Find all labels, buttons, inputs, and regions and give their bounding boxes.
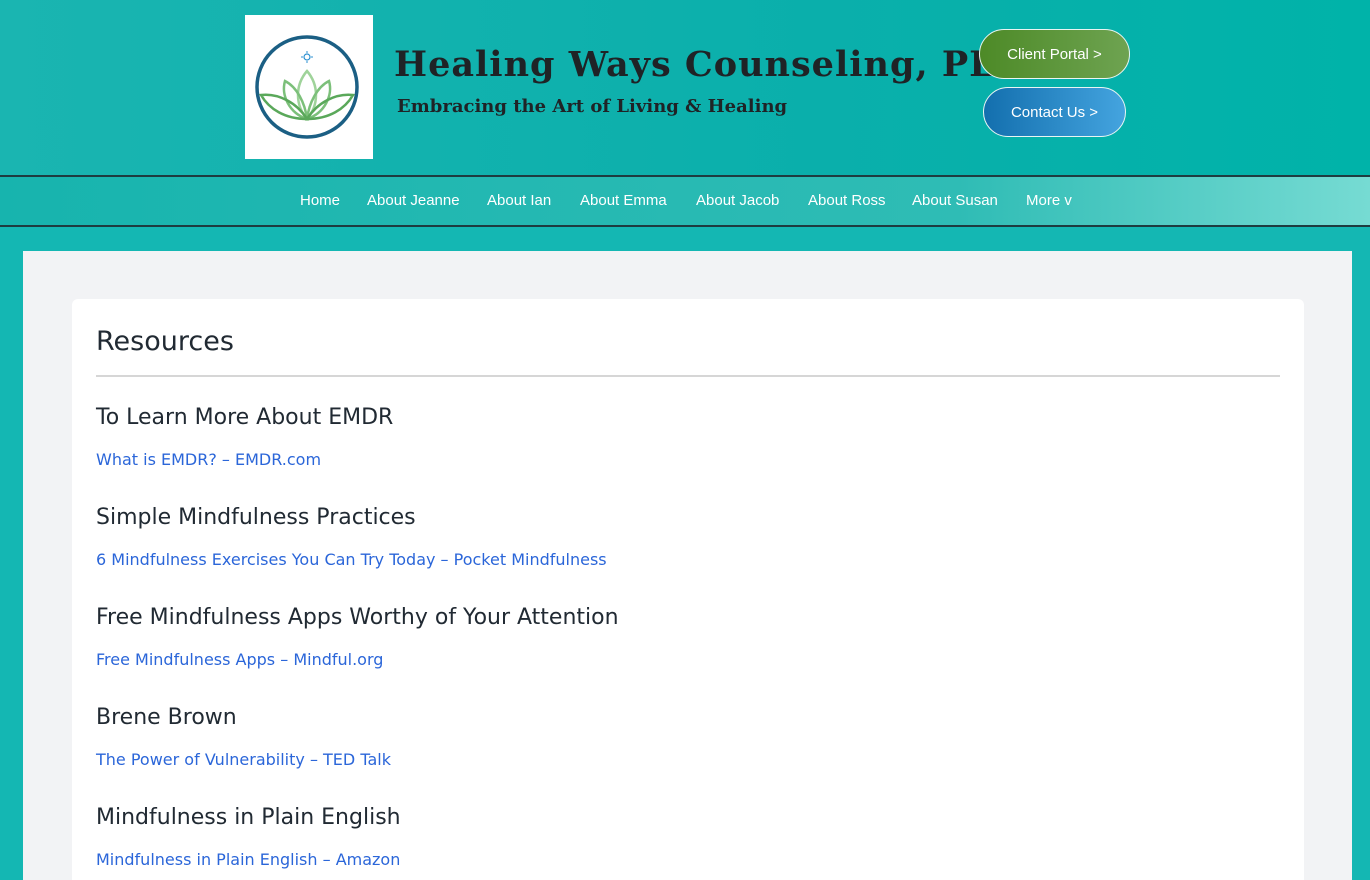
resource-link-mindfulness-exercises[interactable]: 6 Mindfulness Exercises You Can Try Toda… — [96, 550, 607, 569]
section-heading-mindfulness-apps: Free Mindfulness Apps Worthy of Your Att… — [96, 605, 619, 630]
nav-item-about-emma[interactable]: About Emma — [580, 192, 667, 209]
client-portal-button[interactable]: Client Portal > — [979, 29, 1130, 79]
lotus-logo-icon — [255, 35, 359, 139]
nav-item-about-susan[interactable]: About Susan — [912, 192, 998, 209]
nav-item-about-ross[interactable]: About Ross — [808, 192, 886, 209]
nav-item-about-jacob[interactable]: About Jacob — [696, 192, 779, 209]
site-header: Healing Ways Counseling, PLC Embracing t… — [0, 0, 1370, 175]
resource-link-emdr[interactable]: What is EMDR? – EMDR.com — [96, 450, 321, 469]
section-heading-emdr: To Learn More About EMDR — [96, 405, 394, 430]
nav-item-home[interactable]: Home — [300, 192, 340, 209]
title-divider — [96, 375, 1280, 377]
nav-item-about-ian[interactable]: About Ian — [487, 192, 551, 209]
section-heading-mindfulness-plain-english: Mindfulness in Plain English — [96, 805, 401, 830]
section-heading-mindfulness-practices: Simple Mindfulness Practices — [96, 505, 416, 530]
resources-card — [72, 299, 1304, 880]
main-navigation: Home About Jeanne About Ian About Emma A… — [0, 175, 1370, 227]
site-title: Healing Ways Counseling, PLC — [394, 44, 1024, 85]
resource-link-amazon[interactable]: Mindfulness in Plain English – Amazon — [96, 850, 400, 869]
resource-link-mindfulness-apps[interactable]: Free Mindfulness Apps – Mindful.org — [96, 650, 383, 669]
resource-link-ted-talk[interactable]: The Power of Vulnerability – TED Talk — [96, 750, 391, 769]
page-title: Resources — [96, 326, 234, 357]
contact-us-button[interactable]: Contact Us > — [983, 87, 1126, 137]
logo[interactable] — [245, 15, 373, 159]
nav-item-about-jeanne[interactable]: About Jeanne — [367, 192, 460, 209]
section-heading-brene-brown: Brene Brown — [96, 705, 237, 730]
nav-item-more[interactable]: More v — [1026, 192, 1072, 209]
site-tagline: Embracing the Art of Living & Healing — [397, 96, 788, 117]
